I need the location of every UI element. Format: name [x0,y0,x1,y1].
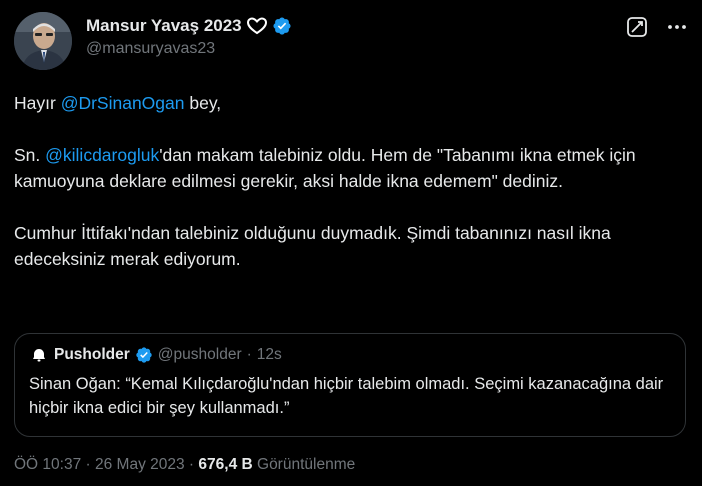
paragraph-3: Cumhur İttifakı'ndan talebiniz olduğunu … [14,223,611,269]
quote-author-handle[interactable]: @pusholder [158,346,242,364]
tweet-meta: ÖÖ 10:37 · 26 May 2023 · 676,4 B Görüntü… [14,456,355,474]
text-segment: Sn. [14,145,46,165]
mention-kilicdarogluk[interactable]: @kilicdarogluk [45,145,159,165]
quote-header: Pusholder @pusholder · 12s [29,345,282,365]
tweet-date[interactable]: 26 May 2023 [95,456,185,473]
quote-verified-badge-icon [135,346,153,364]
meta-separator: · [81,456,95,473]
quote-text: Sinan Oğan: “Kemal Kılıçdaroğlu'ndan hiç… [29,375,664,417]
quote-author-name[interactable]: Pusholder [54,346,130,364]
display-name[interactable]: Mansur Yavaş 2023 [86,16,242,36]
tweet-time[interactable]: ÖÖ 10:37 [14,456,81,473]
paragraph-2: Sn. @kilicdarogluk'dan makam talebiniz o… [14,142,690,194]
text-segment: Hayır [14,93,61,113]
mention-drsinanogan[interactable]: @DrSinanOgan [61,93,185,113]
grok-icon[interactable] [626,16,648,38]
header-actions [626,16,688,38]
avatar[interactable] [14,12,72,70]
quote-timestamp[interactable]: 12s [257,346,282,364]
more-icon[interactable] [666,16,688,38]
quoted-tweet[interactable]: Pusholder @pusholder · 12s Sinan Oğan: “… [14,333,686,437]
display-name-row: Mansur Yavaş 2023 [86,15,292,37]
quote-separator: · [246,346,252,363]
tweet: Mansur Yavaş 2023 @mansuryavas23 Hayır @… [0,0,702,486]
tweet-text: Hayır @DrSinanOgan bey, Sn. @kilicdarogl… [14,90,690,272]
heart-hands-icon [246,17,268,35]
tweet-header: Mansur Yavaş 2023 @mansuryavas23 [14,10,690,70]
paragraph-1: Hayır @DrSinanOgan bey, [14,90,690,116]
author-info: Mansur Yavaş 2023 @mansuryavas23 [86,15,292,58]
meta-separator: · [184,456,199,473]
author-handle[interactable]: @mansuryavas23 [86,40,292,58]
verified-badge-icon[interactable] [272,16,292,36]
views-count: 676,4 B [198,456,253,473]
views-label: Görüntülenme [252,456,356,473]
text-segment: bey, [184,93,222,113]
quote-avatar[interactable] [29,345,49,365]
